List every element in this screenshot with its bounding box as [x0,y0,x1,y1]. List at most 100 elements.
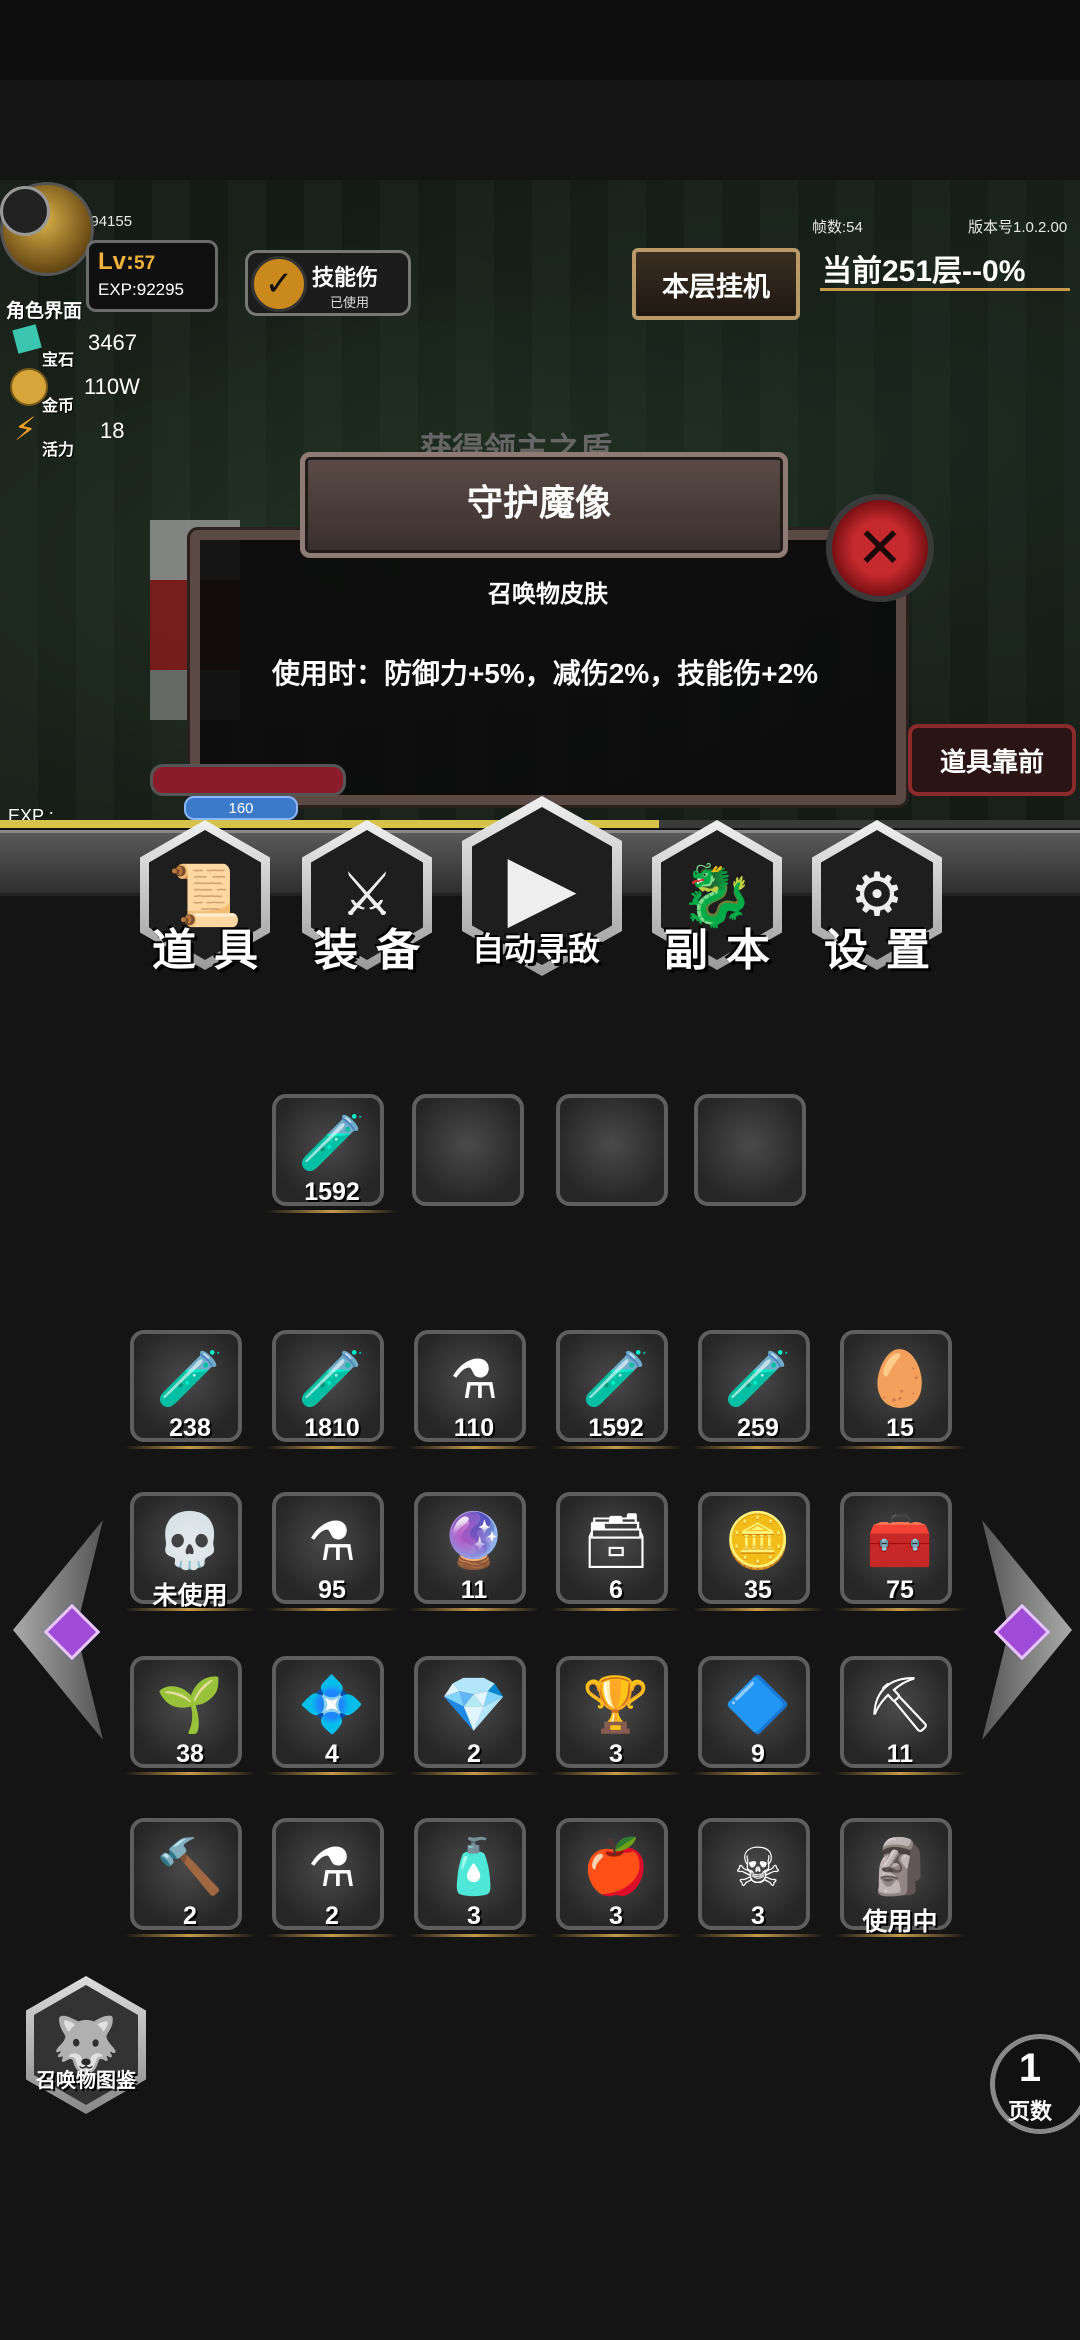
inventory-slot[interactable]: 🔨 2 [124,1818,256,1937]
close-button[interactable]: ✕ [826,494,934,602]
menu-button-0[interactable]: 📜 道具 [140,820,270,975]
silver-chest-icon: 🗃 [581,1510,651,1571]
slot-underline [692,1608,824,1611]
inventory-slot[interactable]: 🧪 259 [692,1330,824,1449]
slot-underline [408,1772,540,1775]
slot-underline [834,1934,966,1937]
inventory-slot[interactable]: 🧴 3 [408,1818,540,1937]
inventory-slot[interactable]: 🧪 1592 [266,1094,398,1213]
empty-slot [698,1098,810,1188]
item-count: 2 [325,1902,339,1930]
menu-button-4[interactable]: ⚙ 设置 [812,820,942,975]
item-count: 238 [169,1414,211,1442]
inventory-slot[interactable]: 🏆 3 [550,1656,682,1775]
item-count: 2 [467,1740,481,1768]
inventory-slot[interactable]: ⚗ 2 [266,1818,398,1937]
gold-value: 110W [84,374,140,399]
menu-label: 装备 [314,926,438,975]
menu-button-2[interactable]: ▶ 自动寻敌 [462,796,622,976]
inventory-slot[interactable]: 💎 2 [408,1656,540,1775]
page-number: 1 [1018,2046,1042,2090]
trophy-icon: 🏆 [582,1674,650,1735]
summon-codex-button[interactable]: 🐺 [26,1976,146,2114]
blue-amulet-icon: 🔷 [724,1674,792,1735]
inventory-slot[interactable]: 💠 4 [266,1656,398,1775]
checkmark-icon: ✓ [251,256,307,312]
inventory-slot[interactable]: 🧰 75 [834,1492,966,1611]
floor-afk-button[interactable]: 本层挂机 [632,248,800,320]
menu-button-3[interactable]: 🐉 副本 [652,820,782,975]
item-count: 4 [325,1740,339,1768]
mp-bar: 160 [184,796,298,820]
skull-chest-icon: ☠ [733,1837,783,1898]
red-potion-icon: 🧪 [298,1112,366,1173]
purple-crystal-icon: 🔮 [440,1510,508,1571]
purple-gem-icon: 💎 [440,1674,508,1735]
fps-counter: 帧数:54 [812,219,863,236]
status-bar-area [0,0,1080,80]
inventory-slot[interactable] [412,1094,524,1206]
slot-underline [408,1608,540,1611]
skill-status-label: 已使用 [330,295,370,310]
item-count: 使用中 [862,1908,938,1936]
red-potion-icon: 🧪 [724,1348,792,1409]
slot-underline [550,1608,682,1611]
menu-label: 道具 [152,926,276,975]
inventory-slot[interactable]: 🗿 使用中 [834,1818,966,1937]
exp-value: EXP:92295 [98,280,185,299]
inventory-slot[interactable] [556,1094,668,1206]
inventory-slot[interactable]: ⚗ 110 [408,1330,540,1449]
slot-underline [124,1608,256,1611]
inventory-slot[interactable]: 🪙 35 [692,1492,824,1611]
slot-underline [266,1934,398,1937]
inventory-slot[interactable]: ☠ 3 [692,1818,824,1937]
inventory-slot[interactable]: 🔮 11 [408,1492,540,1611]
item-count: 15 [886,1414,914,1442]
blue-flask-icon: ⚗ [449,1349,499,1410]
inventory-slot[interactable]: 🧪 238 [124,1330,256,1449]
menu-label: 副本 [664,926,788,975]
golden-egg-icon: 🥚 [866,1348,934,1409]
item-count: 110 [453,1414,495,1442]
inventory-slot[interactable]: 🗃 6 [550,1492,682,1611]
character-screen-label[interactable]: 角色界面 [6,296,82,323]
inventory-slot[interactable]: 🧪 1592 [550,1330,682,1449]
red-apple-icon: 🍎 [582,1836,650,1897]
slot-underline [124,1934,256,1937]
menu-button-1[interactable]: ⚔ 装备 [302,820,432,975]
energy-value: 18 [100,418,125,443]
inventory-slot[interactable] [694,1094,806,1206]
slot-underline [408,1446,540,1449]
slot-underline [550,1772,682,1775]
skeleton-icon: 💀 [156,1510,224,1571]
slot-underline [692,1772,824,1775]
hammer-icon: 🔨 [156,1836,224,1897]
slot-underline [834,1446,966,1449]
golem-skin-icon: 🗿 [866,1836,934,1897]
inventory-slot[interactable]: ⚗ 95 [266,1492,398,1611]
empty-slot [416,1098,528,1188]
item-count: 11 [460,1576,488,1604]
inventory-slot[interactable]: 💀 未使用 [124,1492,256,1611]
gem-label: 宝石 [42,352,75,369]
item-count: 259 [737,1414,779,1442]
inventory-slot[interactable]: 🌱 38 [124,1656,256,1775]
inventory-slot[interactable]: 🍎 3 [550,1818,682,1937]
item-count: 11 [886,1740,914,1768]
prev-page-arrow[interactable] [8,1520,108,1740]
move-item-front-button[interactable]: 道具靠前 [908,724,1076,796]
inventory-slot[interactable]: 🥚 15 [834,1330,966,1449]
next-page-arrow[interactable] [972,1520,1072,1740]
inventory-slot[interactable]: 🧪 1810 [266,1330,398,1449]
inventory-slot[interactable]: ⛏ 11 [834,1656,966,1775]
summon-codex-label: 召唤物图鉴 [36,2070,136,2092]
item-count: 6 [609,1576,623,1604]
page-label: 页数 [1007,2099,1052,2124]
gem-value: 3467 [88,330,137,355]
inventory-slot[interactable]: 🔷 9 [692,1656,824,1775]
blue-vial-icon: 🧪 [298,1348,366,1409]
slot-underline [834,1772,966,1775]
red-flask-icon: ⚗ [307,1511,357,1572]
pickaxe-icon: ⛏ [865,1674,935,1735]
menu-label: 设置 [824,926,948,975]
